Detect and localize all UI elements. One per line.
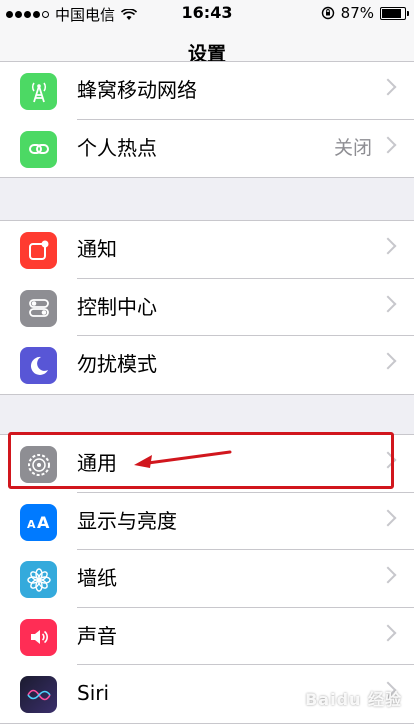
status-bar: 中国电信 16:43 87% [0,0,414,26]
settings-row-label: 蜂窝移动网络 [77,78,197,102]
hotspot-icon [20,130,57,168]
settings-row-cellular[interactable]: 蜂窝移动网络 [0,62,414,120]
settings-row-notifications[interactable]: 通知 [0,221,414,279]
chevron-right-icon [379,136,397,153]
chevron-right-icon [379,566,397,584]
antenna-icon [20,73,57,110]
chevron-right-icon [379,295,397,312]
siri-icon [20,676,57,713]
annotation-arrow-icon [134,450,232,468]
moon-icon [20,347,57,384]
wallpaper-flower-icon [20,561,57,598]
settings-row-label: 通知 [77,237,117,261]
display-brightness-icon: A A [20,503,57,541]
control-center-icon [20,289,57,327]
settings-row-sounds[interactable]: 声音 [0,608,414,665]
rotation-lock-icon [321,6,334,20]
chevron-right-icon [379,237,397,255]
settings-row-label: 墙纸 [77,566,117,590]
settings-row-wallpaper[interactable]: 墙纸 [0,550,414,608]
speaker-icon [20,618,57,656]
settings-row-do-not-disturb[interactable]: 勿扰模式 [0,336,414,394]
settings-row-hotspot[interactable]: 个人热点 关闭 [0,120,414,178]
hotspot-status-value: 关闭 [333,136,372,159]
settings-row-label: 显示与亮度 [77,508,177,533]
svg-text:A: A [37,513,50,532]
notifications-icon [20,232,57,269]
svg-text:A: A [27,518,36,531]
settings-row-label: Siri [77,681,110,705]
settings-row-label: 个人热点 [77,135,157,160]
chevron-right-icon [379,509,397,526]
battery-icon [380,6,409,20]
chevron-right-icon [379,352,397,370]
settings-row-control-center[interactable]: 控制中心 [0,279,414,336]
chevron-right-icon [379,78,397,96]
status-right: 87% [321,4,409,22]
settings-row-display[interactable]: A A 显示与亮度 [0,493,414,550]
watermark: Baidu 经验 [305,690,402,709]
settings-row-label: 声音 [77,623,117,648]
settings-group-alerts: 通知 控制中心 勿扰模式 [0,220,414,395]
settings-row-label: 勿扰模式 [77,352,157,376]
settings-row-label: 控制中心 [77,294,157,319]
settings-group-network: 蜂窝移动网络 个人热点 关闭 [0,61,414,178]
battery-percent: 87% [340,4,374,22]
chevron-right-icon [379,624,397,641]
